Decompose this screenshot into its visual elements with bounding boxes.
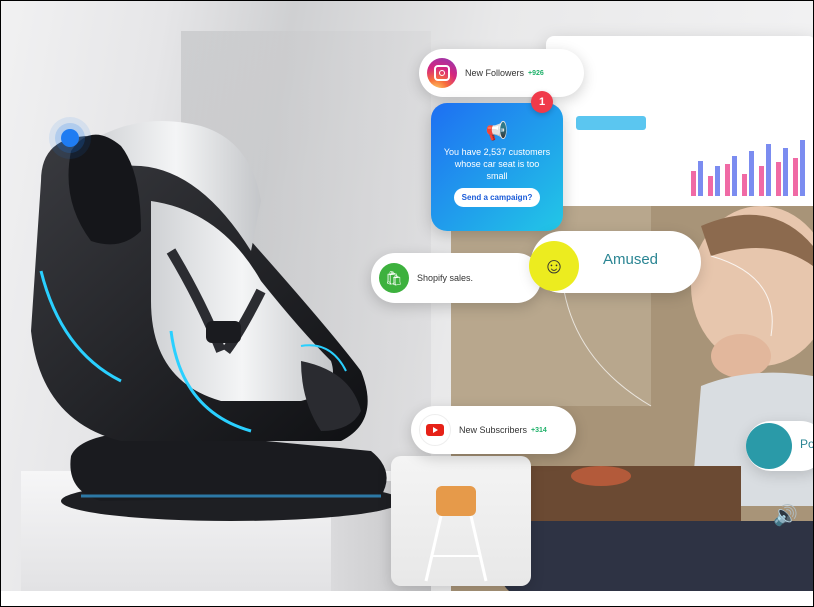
analytics-dashboard	[546, 36, 813, 226]
instagram-card-delta: +926	[528, 69, 544, 77]
pomegranate-icon	[746, 423, 792, 469]
send-campaign-button[interactable]: Send a campaign?	[453, 188, 541, 207]
emotion-label: Amused	[603, 251, 659, 268]
campaign-message: You have 2,537 customers whose car seat …	[443, 147, 551, 181]
bottom-strip	[1, 591, 813, 606]
shopify-sales-card: 🛍 Shopify sales.	[371, 253, 541, 303]
partial-card-label: Po	[800, 437, 814, 451]
dashboard-bar-chart	[691, 140, 805, 196]
speaker-icon[interactable]: 🔊	[773, 503, 798, 528]
youtube-icon	[419, 414, 451, 446]
instagram-followers-card: New Followers +926	[419, 49, 584, 97]
youtube-card-label: New Subscribers	[459, 425, 528, 435]
youtube-card-delta: +314	[531, 426, 547, 434]
bluetooth-icon	[61, 129, 79, 147]
dashboard-menu-active	[576, 116, 646, 130]
shopify-card-label: Shopify sales.	[417, 273, 474, 283]
smiley-icon: ☺	[529, 241, 579, 291]
scene: 🔊 New Followers +926 📢 You have 2,537 cu…	[0, 0, 814, 607]
notification-badge: 1	[531, 91, 553, 113]
campaign-card: 📢 You have 2,537 customers whose car sea…	[431, 103, 563, 231]
instagram-icon	[427, 58, 457, 88]
shopify-bag-icon: 🛍	[379, 263, 409, 293]
youtube-subscribers-card: New Subscribers +314	[411, 406, 576, 454]
megaphone-icon: 📢	[485, 121, 509, 141]
instagram-card-label: New Followers	[465, 68, 525, 78]
high-chair-thumbnail	[391, 456, 531, 586]
video-controls-bar	[501, 521, 813, 596]
